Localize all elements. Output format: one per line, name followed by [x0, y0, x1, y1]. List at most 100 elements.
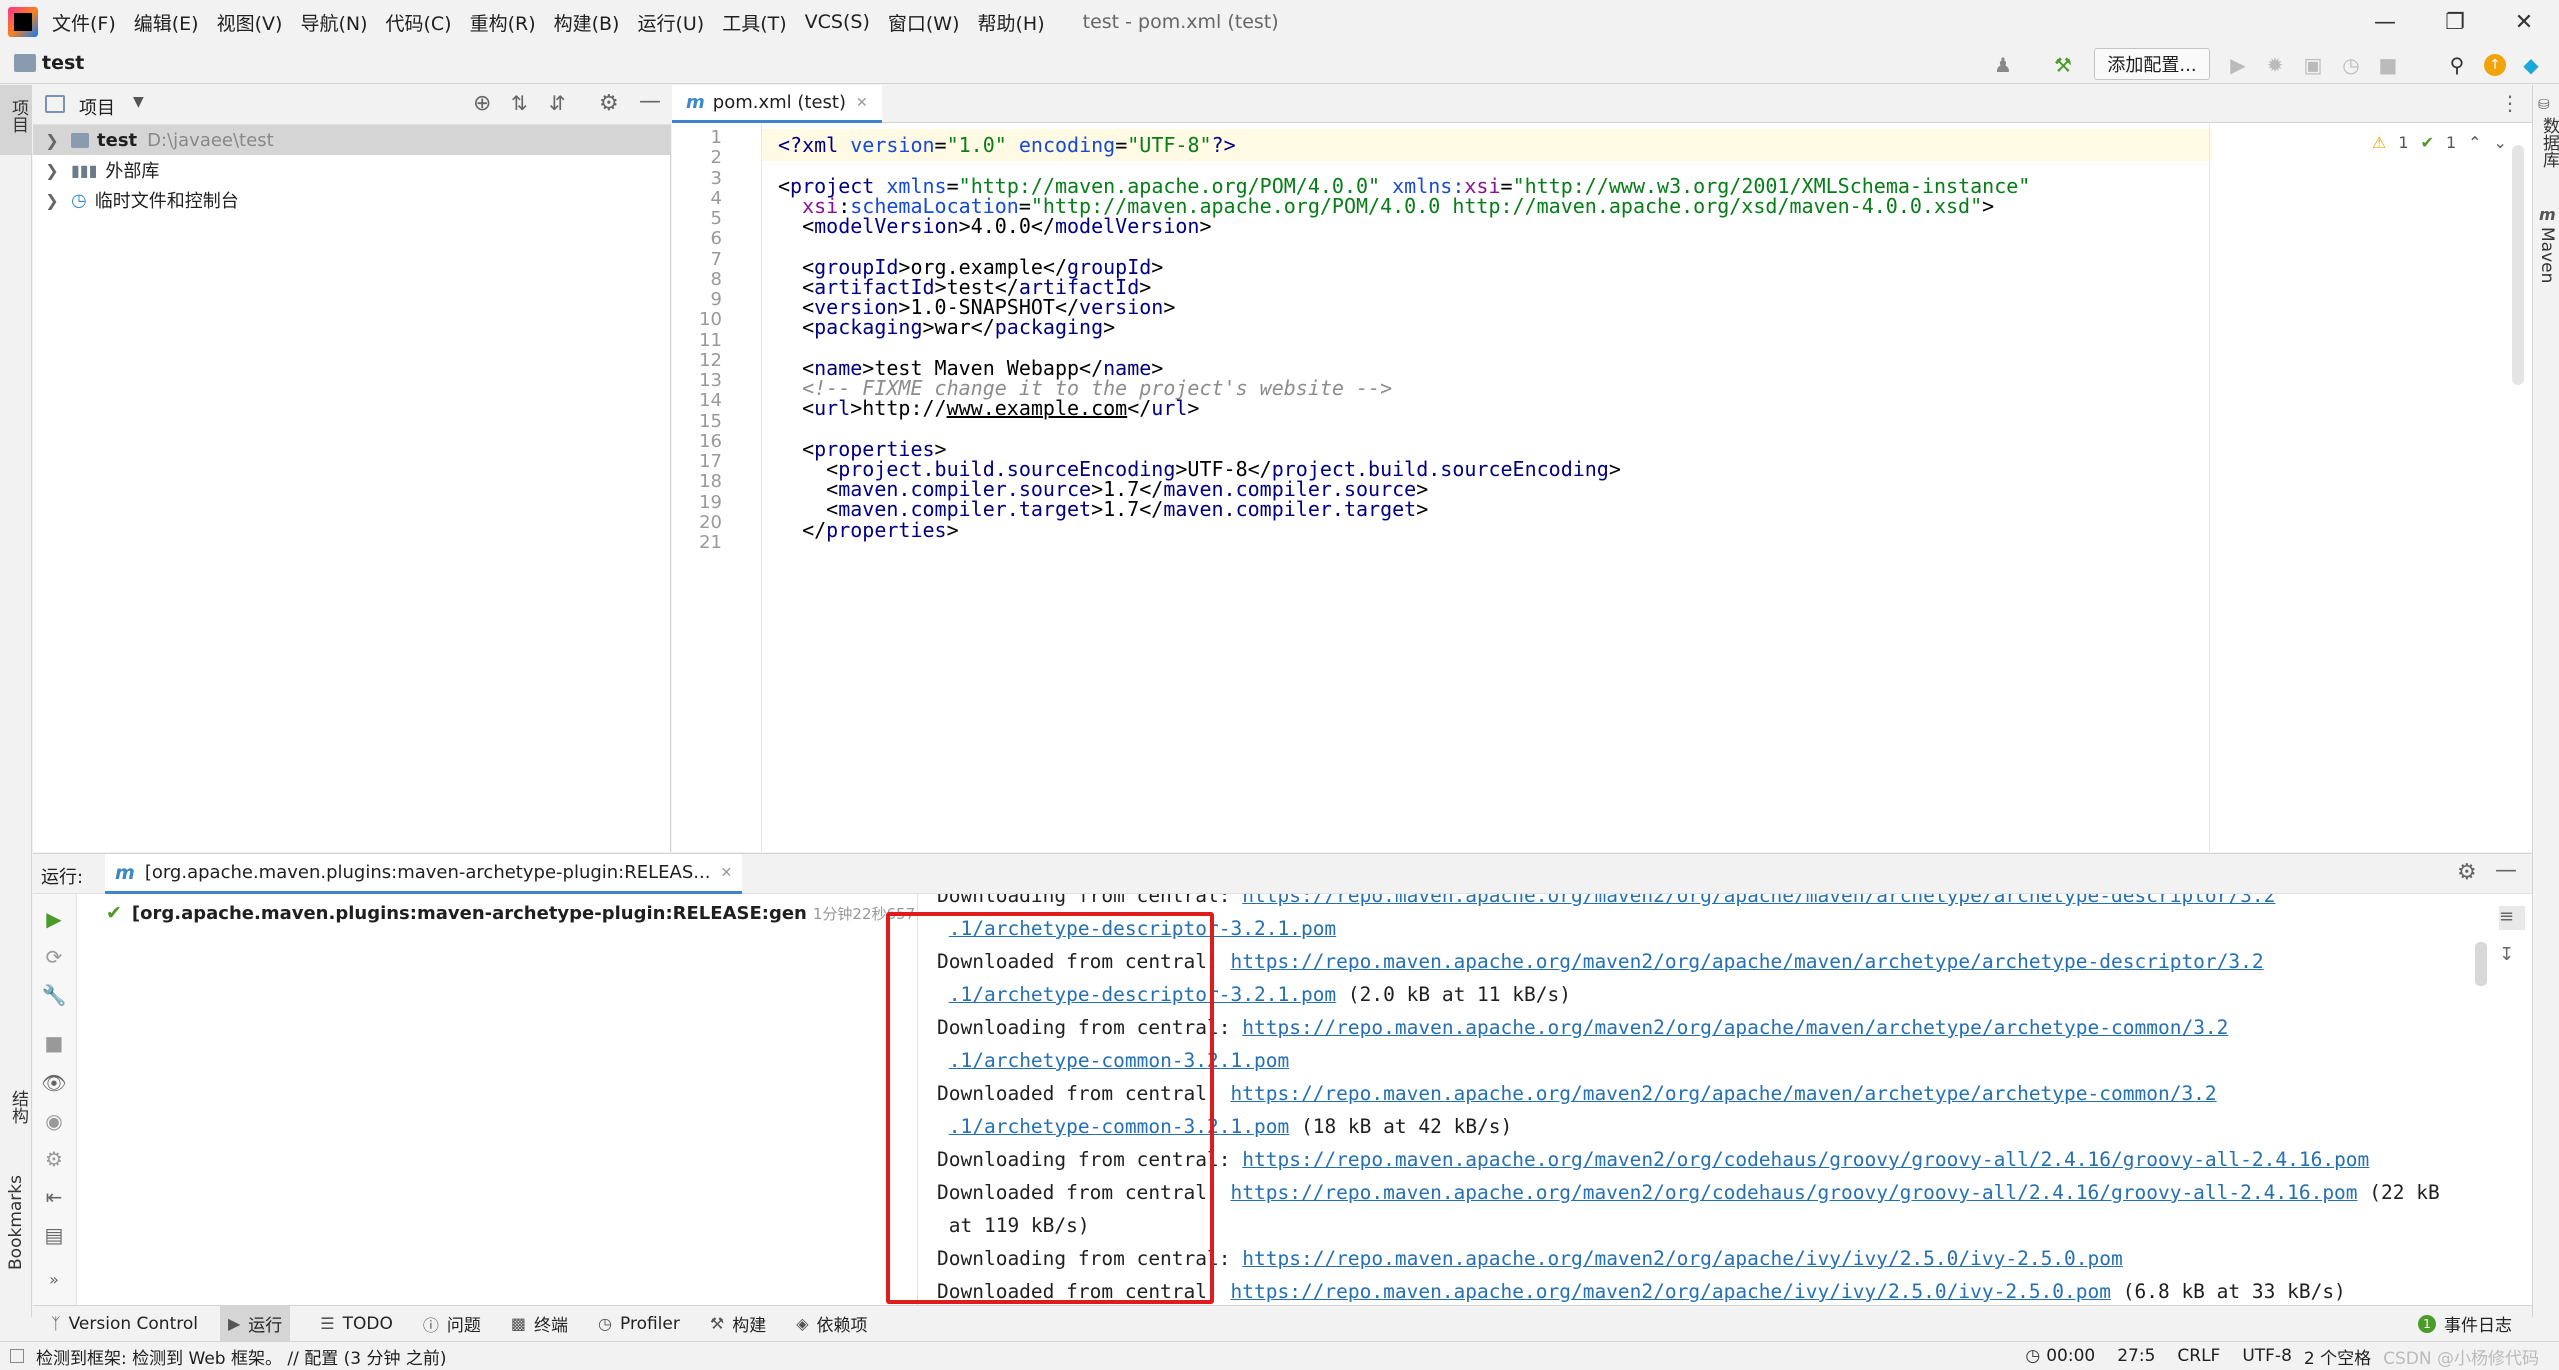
- bookmarks-stripe-button[interactable]: Bookmarks: [6, 1175, 26, 1270]
- gear-icon[interactable]: ⚙: [599, 91, 619, 116]
- code-line: <?xml version="1.0" encoding="UTF-8"?>: [778, 133, 1236, 157]
- layout-icon[interactable]: ▤: [41, 1222, 67, 1248]
- menu-navigate[interactable]: 导航(N): [300, 9, 367, 36]
- file-encoding[interactable]: UTF-8: [2242, 1346, 2292, 1366]
- rerun-icon[interactable]: ▶: [41, 906, 67, 932]
- toolwindow-build[interactable]: ⚒ 构建: [710, 1311, 766, 1336]
- chevron-down-icon[interactable]: ⌄: [2494, 133, 2507, 152]
- project-stripe-button[interactable]: 项目: [0, 85, 32, 155]
- toolwindow-dependencies[interactable]: ◈ 依赖项: [796, 1311, 867, 1336]
- soft-wrap-icon[interactable]: ≡: [2499, 906, 2525, 930]
- tree-item-test[interactable]: ❯ test D:\javaee\test: [33, 125, 671, 155]
- toolwindow-problems[interactable]: ⓘ 问题: [422, 1311, 481, 1337]
- console-link[interactable]: https://repo.maven.apache.org/maven2/org…: [1242, 1016, 2228, 1039]
- database-stripe-button[interactable]: 数据库: [2537, 117, 2559, 168]
- restore-button[interactable]: ❐: [2420, 0, 2490, 44]
- collapse-all-icon[interactable]: ⇵: [549, 91, 566, 115]
- editor-scrollbar[interactable]: [2512, 145, 2524, 385]
- chevron-up-icon[interactable]: ⌃: [2468, 133, 2481, 152]
- chevron-right-icon[interactable]: ❯: [41, 131, 63, 150]
- user-icon[interactable]: ♟: [1990, 52, 2016, 78]
- tab-pom-xml[interactable]: m pom.xml (test) ✕: [672, 85, 882, 123]
- jetbrains-toolbox-icon[interactable]: ◆: [2518, 52, 2544, 78]
- minimize-button[interactable]: —: [2350, 0, 2420, 44]
- menu-vcs[interactable]: VCS(S): [805, 11, 870, 33]
- hide-panel-icon[interactable]: —: [639, 89, 661, 114]
- run-icon[interactable]: ▶: [2225, 52, 2251, 78]
- profile-icon[interactable]: ◷: [2338, 52, 2364, 78]
- menu-view[interactable]: 视图(V): [217, 9, 283, 36]
- menu-window[interactable]: 窗口(W): [888, 9, 960, 36]
- settings-small-icon[interactable]: ⚙: [41, 1146, 67, 1172]
- event-log-button[interactable]: 1 事件日志: [2418, 1311, 2512, 1336]
- caret-position[interactable]: 27:5: [2117, 1346, 2155, 1366]
- structure-stripe-button[interactable]: 结构: [6, 1090, 31, 1124]
- navigation-bar: test ♟ ⚒ 添加配置... ▶ ✹ ▣ ◷ ■ ⚲ ↑ ◆: [0, 44, 2559, 84]
- run-task-row[interactable]: ✔ [org.apache.maven.plugins:maven-archet…: [106, 902, 916, 924]
- stop-icon[interactable]: ■: [41, 1030, 67, 1056]
- project-panel-title[interactable]: 项目: [79, 94, 115, 120]
- toolwindow-profiler[interactable]: ◷ Profiler: [598, 1314, 680, 1334]
- menu-tools[interactable]: 工具(T): [722, 9, 786, 36]
- status-message[interactable]: 检测到框架: 检测到 Web 框架。 // 配置 (3 分钟 之前): [36, 1344, 447, 1369]
- menu-build[interactable]: 构建(B): [554, 9, 620, 36]
- toolwindow-todo[interactable]: ☰ TODO: [320, 1314, 393, 1334]
- locate-icon[interactable]: ⊕: [473, 91, 491, 116]
- wrench-icon[interactable]: 🔧: [41, 982, 67, 1008]
- editor-tab-bar: m pom.xml (test) ✕ ⋮: [672, 85, 2532, 123]
- console-link[interactable]: https://repo.maven.apache.org/maven2/org…: [1231, 1181, 2358, 1204]
- debug-icon[interactable]: ✹: [2262, 52, 2288, 78]
- chevron-right-icon[interactable]: ❯: [41, 161, 63, 180]
- coverage-icon[interactable]: ▣: [2300, 52, 2326, 78]
- console-link[interactable]: https://repo.maven.apache.org/maven2/org…: [1231, 1280, 2112, 1303]
- close-tab-icon[interactable]: ✕: [720, 865, 732, 881]
- status-time[interactable]: 00:00: [2046, 1346, 2095, 1366]
- console-link[interactable]: https://repo.maven.apache.org/maven2/org…: [1242, 894, 2275, 907]
- more-options-icon[interactable]: ⋮: [2500, 91, 2520, 115]
- eye-icon[interactable]: 👁: [41, 1070, 67, 1096]
- maven-stripe-button[interactable]: Maven: [2537, 227, 2557, 283]
- toolwindow-run[interactable]: ▶ 运行: [219, 1305, 291, 1342]
- console-link[interactable]: https://repo.maven.apache.org/maven2/org…: [1242, 1247, 2123, 1270]
- search-icon[interactable]: ⚲: [2444, 52, 2470, 78]
- toolwindow-version-control[interactable]: ᛉ Version Control: [51, 1314, 198, 1334]
- inspection-widget[interactable]: ⚠ 1 ✔ 1 ⌃ ⌄: [2372, 133, 2507, 152]
- menu-file[interactable]: 文件(F): [52, 9, 116, 36]
- hide-panel-icon[interactable]: —: [2495, 858, 2517, 883]
- indent-setting[interactable]: 2 个空格: [2304, 1344, 2371, 1369]
- camera-icon[interactable]: ◉: [41, 1108, 67, 1134]
- close-tab-icon[interactable]: ✕: [856, 95, 868, 111]
- stop-icon[interactable]: ■: [2375, 52, 2401, 78]
- info-icon: ⓘ: [422, 1315, 439, 1335]
- console-link[interactable]: https://repo.maven.apache.org/maven2/org…: [1231, 1082, 2217, 1105]
- run-tab[interactable]: m [org.apache.maven.plugins:maven-archet…: [105, 854, 743, 894]
- expand-all-icon[interactable]: ⇅: [511, 91, 528, 115]
- menu-edit[interactable]: 编辑(E): [134, 9, 199, 36]
- console-link[interactable]: https://repo.maven.apache.org/maven2/org…: [1231, 950, 2264, 973]
- menu-code[interactable]: 代码(C): [385, 9, 451, 36]
- scroll-to-end-icon[interactable]: ↧: [2499, 944, 2525, 968]
- toolwindow-terminal[interactable]: ▩ 终端: [511, 1311, 568, 1336]
- close-button[interactable]: ✕: [2489, 0, 2559, 44]
- more-icon[interactable]: »: [41, 1266, 67, 1292]
- update-icon[interactable]: ↑: [2482, 52, 2508, 78]
- chevron-right-icon[interactable]: ❯: [41, 191, 63, 210]
- code-area[interactable]: <?xml version="1.0" encoding="UTF-8"?> <…: [768, 123, 2268, 852]
- console-scrollbar[interactable]: [2475, 942, 2487, 986]
- add-configuration-button[interactable]: 添加配置...: [2094, 48, 2210, 80]
- check-icon: ✔: [2420, 133, 2434, 152]
- rerun-failed-icon[interactable]: ⟳: [41, 944, 67, 970]
- menu-refactor[interactable]: 重构(R): [470, 9, 536, 36]
- console-link[interactable]: https://repo.maven.apache.org/maven2/org…: [1242, 1148, 2369, 1171]
- tree-item-scratches[interactable]: ❯ ◷ 临时文件和控制台: [33, 185, 671, 215]
- build-hammer-icon[interactable]: ⚒: [2050, 52, 2076, 78]
- exit-icon[interactable]: ⇤: [41, 1184, 67, 1210]
- breadcrumb-project[interactable]: test: [42, 52, 84, 74]
- chevron-down-icon[interactable]: ▼: [133, 94, 144, 110]
- tree-item-external-libraries[interactable]: ❯ ▮▮▮ 外部库: [33, 155, 671, 185]
- gear-icon[interactable]: ⚙: [2457, 860, 2477, 885]
- status-panel-toggle-icon[interactable]: [10, 1349, 24, 1363]
- menu-run[interactable]: 运行(U): [637, 9, 704, 36]
- menu-help[interactable]: 帮助(H): [978, 9, 1045, 36]
- line-separator[interactable]: CRLF: [2177, 1346, 2220, 1366]
